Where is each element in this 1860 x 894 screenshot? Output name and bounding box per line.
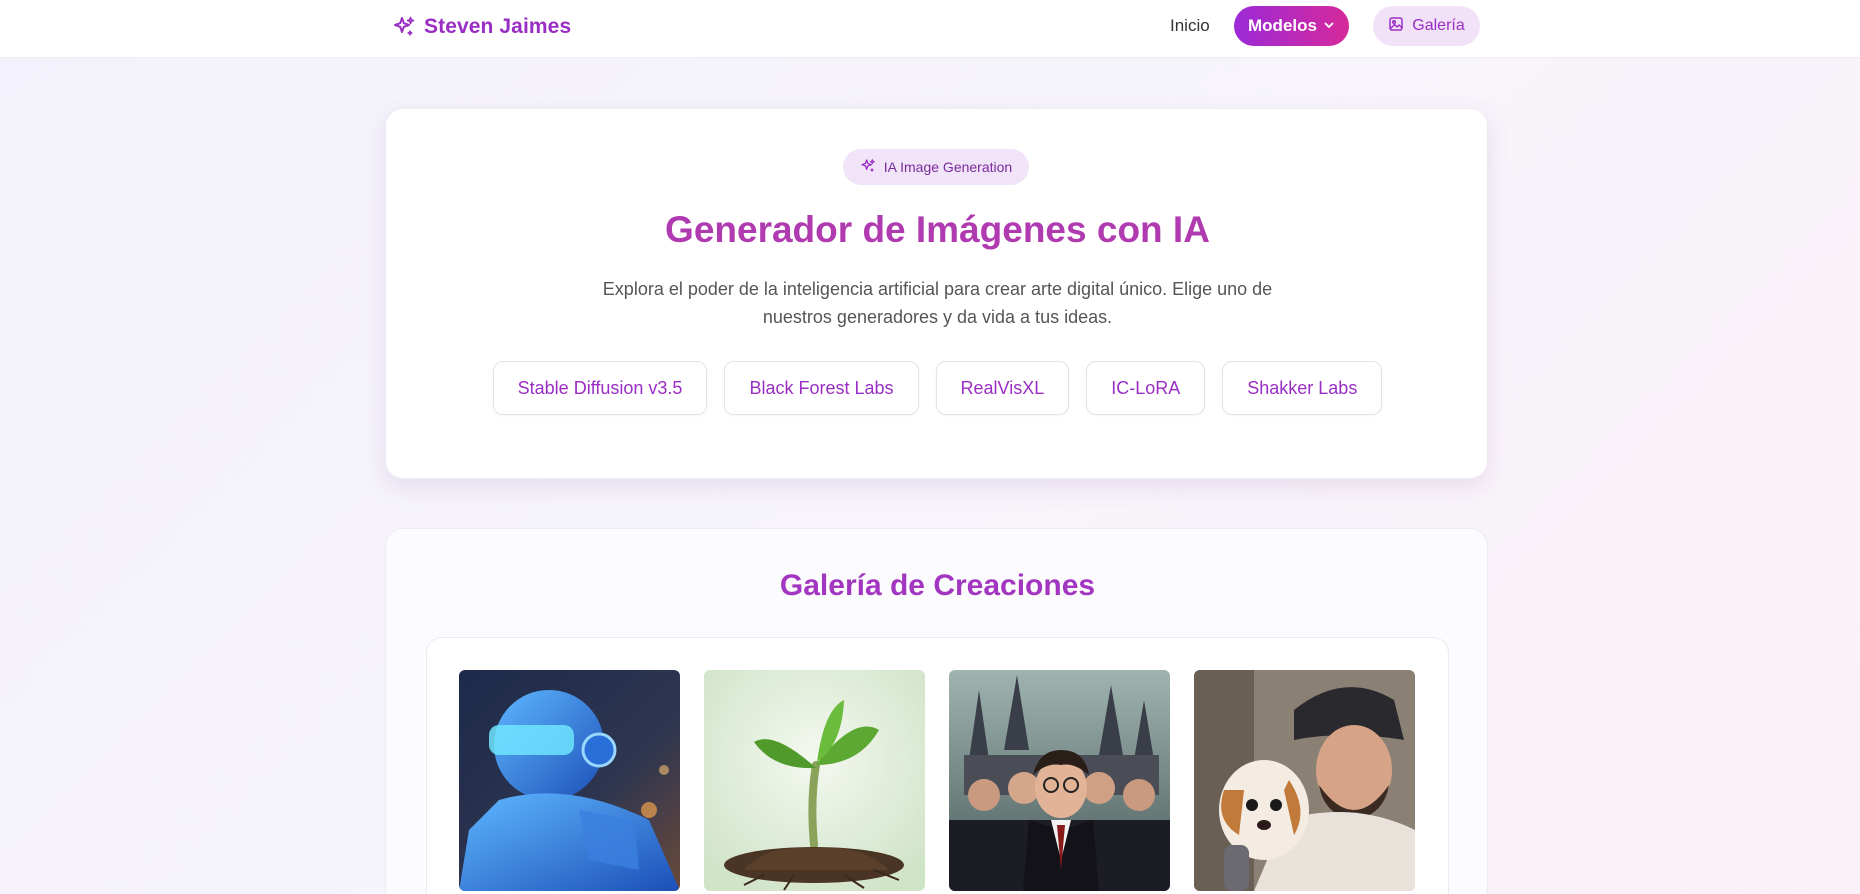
modelos-label: Modelos	[1248, 16, 1317, 35]
model-button-realvisxl[interactable]: RealVisXL	[935, 361, 1070, 415]
chevron-down-icon	[1323, 16, 1335, 36]
galeria-label: Galería	[1412, 17, 1465, 34]
robot-image[interactable]	[459, 670, 680, 891]
model-button-stable-diffusion[interactable]: Stable Diffusion v3.5	[492, 361, 708, 415]
sparkles-icon	[392, 15, 416, 39]
ia-badge: IA Image Generation	[843, 149, 1029, 185]
hero-description: Explora el poder de la inteligencia arti…	[602, 279, 1273, 327]
hero-card: IA Image Generation Generador de Imágene…	[385, 108, 1488, 479]
gallery-title: Galería de Creaciones	[779, 569, 1096, 602]
wizard-students-image[interactable]	[949, 670, 1170, 891]
page-title: Generador de Imágenes con IA	[665, 209, 1210, 250]
plant-sprout-image[interactable]	[704, 670, 925, 891]
model-button-shakker-labs[interactable]: Shakker Labs	[1222, 361, 1383, 415]
brand-name: Steven Jaimes	[424, 15, 572, 38]
gallery-grid	[426, 637, 1449, 894]
sparkles-icon	[860, 158, 876, 177]
galeria-nav-button[interactable]: Galería	[1373, 6, 1480, 46]
model-buttons: Stable Diffusion v3.5 Black Forest Labs …	[386, 361, 1489, 415]
gallery-card: Galería de Creaciones	[385, 528, 1488, 894]
man-with-puppy-image[interactable]	[1194, 670, 1415, 891]
badge-label: IA Image Generation	[883, 159, 1013, 175]
modelos-dropdown-button[interactable]: Modelos	[1234, 6, 1349, 46]
image-icon	[1388, 16, 1404, 37]
nav-link-inicio[interactable]: Inicio	[1170, 16, 1210, 36]
brand-logo-link[interactable]: Steven Jaimes	[392, 12, 571, 42]
model-button-ic-lora[interactable]: IC-LoRA	[1086, 361, 1206, 415]
top-navbar: Steven Jaimes Inicio Modelos Galería	[0, 0, 1860, 58]
model-button-black-forest-labs[interactable]: Black Forest Labs	[724, 361, 919, 415]
